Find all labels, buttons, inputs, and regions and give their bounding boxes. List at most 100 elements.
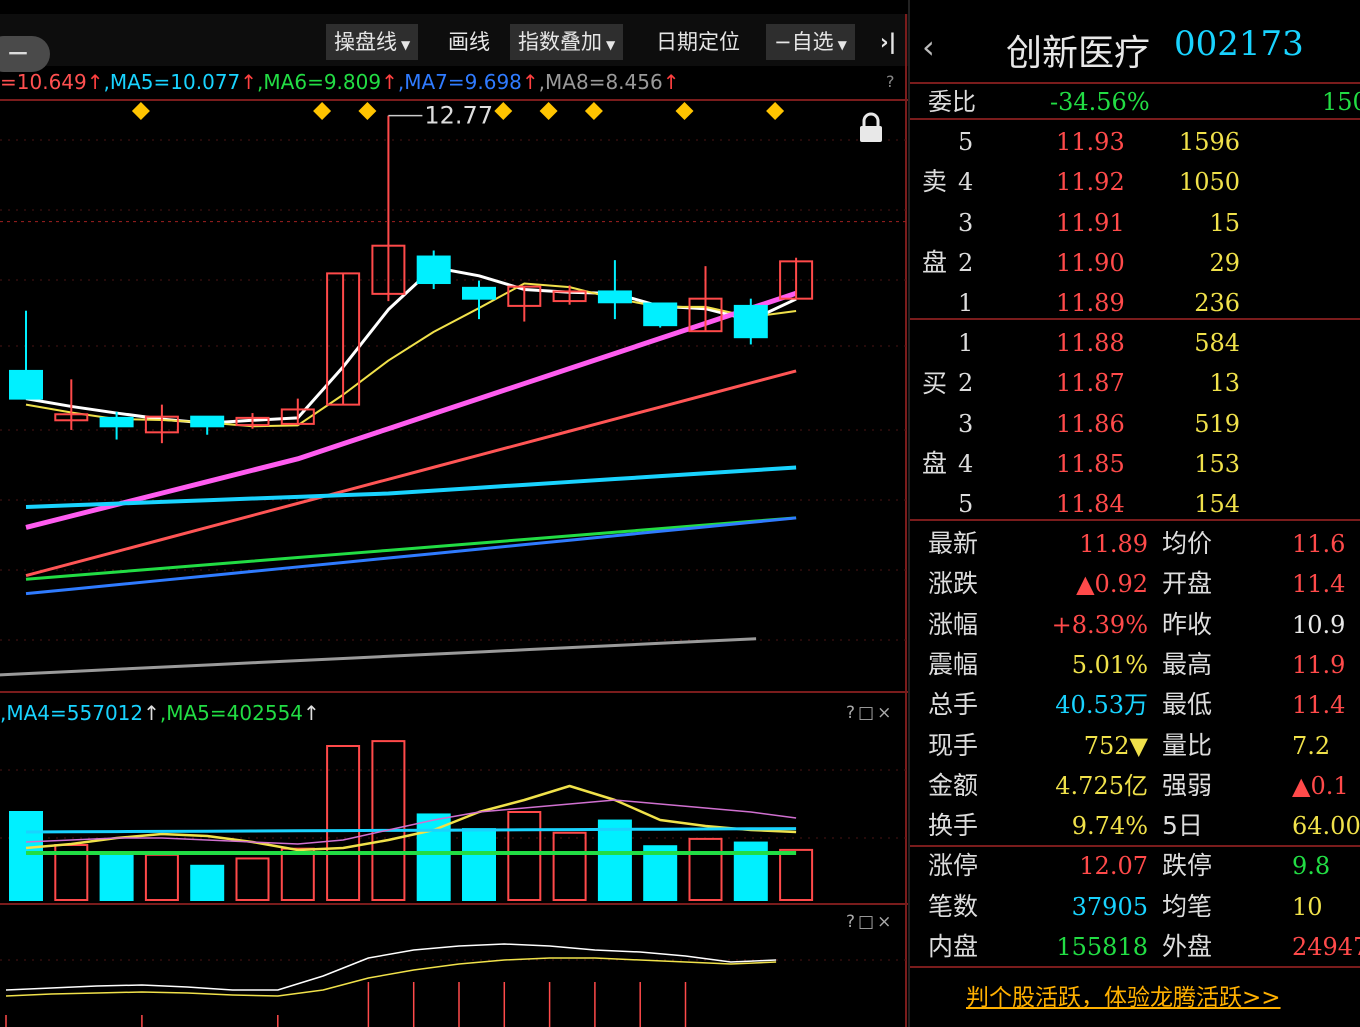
candle-body — [733, 304, 768, 339]
divider — [910, 966, 1360, 968]
stat-row: 涨跌 ▲0.92 开盘 11.4 — [910, 564, 1360, 604]
sell-level-row[interactable]: 5 11.93 1596 — [910, 122, 1360, 162]
candle-body — [462, 286, 496, 300]
event-marker-icon — [766, 102, 785, 120]
level-number: 4 — [958, 449, 974, 478]
buy-volume: 584 — [1194, 329, 1240, 357]
stat-label: 现手 — [928, 730, 979, 760]
sell-volume: 29 — [1209, 248, 1240, 277]
volume-bar — [235, 857, 270, 902]
stat-label: 换手 — [928, 811, 979, 841]
buy-volume: 13 — [1209, 369, 1240, 398]
kline-chart-panel[interactable]: − 操盘线 ▼ 画线 指数叠加 ▼ 日期定位 −自选 ▼ ›| =10.649↑,MA… — [0, 0, 908, 1027]
volume-ma-cyan — [25, 827, 797, 834]
stat-value: ▲0.92 — [1076, 570, 1148, 599]
back-chevron-icon[interactable]: ‹ — [922, 28, 935, 66]
stat-value: 9.74% — [1071, 812, 1148, 841]
stat-row: 涨幅 +8.39% 昨收 10.9 — [910, 605, 1360, 645]
stat-label: 最高 — [1162, 649, 1213, 679]
sell-price: 11.93 — [1056, 128, 1125, 156]
stat-label: 开盘 — [1162, 569, 1213, 599]
volume-bar — [280, 847, 315, 902]
stat-value: 40.53万 — [1055, 691, 1148, 720]
indicator-pane-controls[interactable]: ?□× — [846, 912, 894, 932]
level-number: 1 — [958, 329, 974, 357]
volume-bar — [462, 828, 496, 901]
buy-level-row[interactable]: 1 11.88 584 — [910, 323, 1360, 363]
volume-pane-controls[interactable]: ?□× — [846, 703, 894, 723]
volume-bar — [144, 853, 179, 901]
volume-bar — [416, 813, 451, 902]
event-marker-icon — [131, 102, 150, 120]
stat-label: 量比 — [1162, 730, 1213, 760]
stat-label: 涨跌 — [928, 569, 979, 599]
stat-value: 37905 — [1071, 892, 1148, 921]
stat-label: 昨收 — [1162, 609, 1213, 639]
promo-link[interactable]: 判个股活跃，体验龙腾活跃>> — [966, 978, 1281, 1012]
up-arrow-icon: ↑ — [143, 701, 160, 725]
buy-level-row[interactable]: 2 11.87 13 — [910, 363, 1360, 403]
up-arrow-icon: ↑ — [303, 701, 320, 725]
divider — [910, 845, 1360, 847]
level-number: 2 — [958, 248, 974, 277]
volume-ma-yellow — [25, 784, 797, 852]
sell-level-row[interactable]: 2 11.90 29 — [910, 243, 1360, 283]
candle-body — [9, 369, 43, 400]
stat-label: 强弱 — [1162, 770, 1213, 800]
stat-value: 10.9 — [1292, 610, 1346, 639]
buy-price: 11.86 — [1056, 409, 1125, 438]
event-marker-icon — [358, 102, 377, 120]
stat-label: 笔数 — [928, 891, 979, 921]
ma-line-yellow — [25, 282, 797, 428]
stat-row: 笔数 37905 均笔 10 — [910, 887, 1360, 927]
ma-line-gray — [0, 637, 757, 677]
stat-label: 金额 — [928, 770, 979, 800]
volume-bar — [552, 831, 587, 901]
stat-label: 涨幅 — [928, 609, 979, 639]
lock-icon — [860, 126, 882, 142]
ma-line-blue — [25, 516, 797, 596]
stock-code: 002173 — [1174, 24, 1304, 64]
sell-level-row[interactable]: 3 11.91 15 — [910, 203, 1360, 243]
sell-volume: 15 — [1209, 208, 1240, 237]
event-marker-icon — [494, 102, 513, 120]
high-price-label: 12.77 — [424, 102, 493, 130]
stat-value: 5.01% — [1071, 650, 1148, 679]
volume-legend: ,MA4=557012↑,MA5=402554↑ — [0, 697, 320, 729]
sell-price: 11.90 — [1056, 248, 1125, 277]
buy-level-row[interactable]: 4 11.85 153 — [910, 444, 1360, 484]
buy-level-row[interactable]: 3 11.86 519 — [910, 404, 1360, 444]
stat-value: 11.6 — [1292, 530, 1346, 558]
volume-bar — [371, 740, 406, 901]
stat-value: +8.39% — [1051, 610, 1148, 639]
level-number: 4 — [958, 168, 974, 197]
indicator-line-white — [5, 943, 777, 991]
buy-price: 11.87 — [1056, 369, 1125, 398]
sell-level-row[interactable]: 4 11.92 1050 — [910, 162, 1360, 202]
sell-volume: 1596 — [1178, 128, 1240, 156]
volume-bar — [597, 819, 632, 901]
sell-price: 11.92 — [1056, 168, 1125, 197]
volume-bar — [779, 848, 814, 902]
stat-value: 11.4 — [1292, 691, 1346, 720]
stat-value: 752▼ — [1083, 731, 1148, 760]
volume-bar — [507, 811, 542, 901]
volume-bar — [9, 811, 43, 901]
stat-row: 总手 40.53万 最低 11.4 — [910, 685, 1360, 725]
stat-value: 9.8 — [1292, 852, 1331, 881]
stat-row: 最新 11.89 均价 11.6 — [910, 524, 1360, 564]
weibi-label: 委比 — [928, 88, 976, 116]
stat-row: 换手 9.74% 5日 64.00 — [910, 806, 1360, 846]
divider — [910, 519, 1360, 521]
stat-value: 12.07 — [1079, 852, 1148, 881]
level-number: 5 — [958, 128, 974, 156]
stat-row: 现手 752▼ 量比 7.2 — [910, 726, 1360, 766]
quote-header: ‹ 创新医疗 002173 — [910, 14, 1360, 84]
stat-row: 金额 4.725亿 强弱 ▲0.1 — [910, 766, 1360, 806]
lock-icon-shackle — [862, 112, 880, 127]
event-marker-icon — [313, 102, 332, 120]
stat-value: 11.4 — [1292, 570, 1346, 599]
buy-price: 11.85 — [1056, 449, 1125, 478]
stat-label: 内盘 — [928, 932, 979, 961]
stat-value: 4.725亿 — [1055, 771, 1148, 800]
